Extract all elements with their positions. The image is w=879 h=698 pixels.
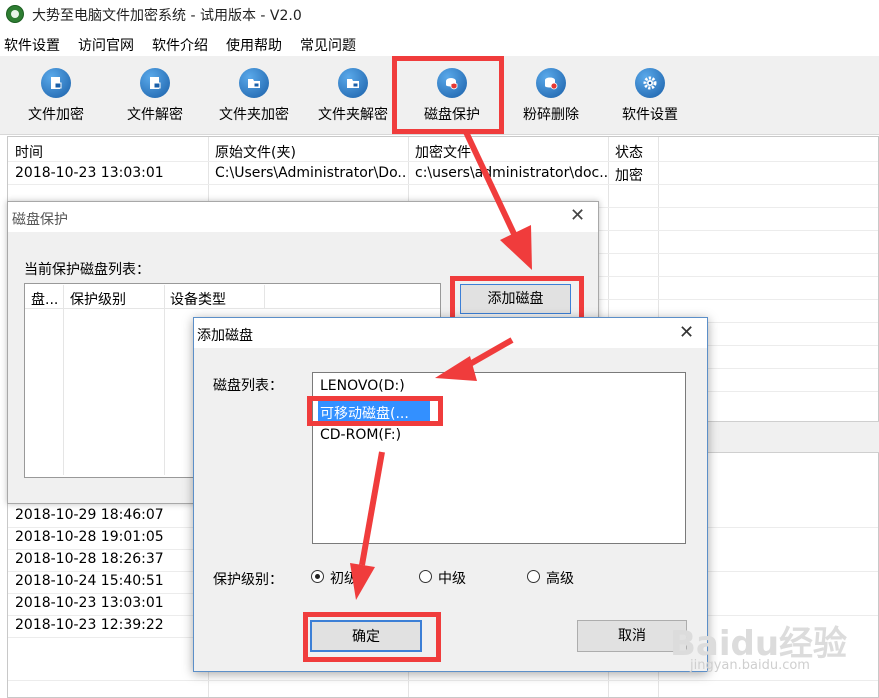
column-header-disk[interactable]: 盘... bbox=[31, 289, 58, 309]
software-settings-button[interactable]: 软件设置 bbox=[602, 62, 698, 128]
protected-disk-list-label: 当前保护磁盘列表： bbox=[24, 262, 150, 278]
column-divider bbox=[63, 285, 64, 475]
highlight-box-add-disk bbox=[450, 276, 584, 323]
log-time: 2018-10-29 18:46:07 bbox=[15, 507, 164, 523]
row-divider bbox=[8, 184, 878, 185]
gear-icon bbox=[635, 68, 665, 98]
row-divider bbox=[708, 368, 878, 369]
status-strip bbox=[708, 421, 879, 453]
column-header-original[interactable]: 原始文件(夹) bbox=[215, 142, 296, 162]
menu-software-intro[interactable]: 软件介绍 bbox=[152, 35, 208, 55]
dialog-title: 磁盘保护 bbox=[12, 212, 68, 228]
watermark-url: jingyan.baidu.com bbox=[690, 658, 810, 673]
row-divider bbox=[8, 680, 878, 681]
folder-decrypt-button[interactable]: 文件夹解密 bbox=[305, 62, 401, 128]
radio-label-advanced: 高级 bbox=[546, 571, 574, 587]
toolbar-label: 文件夹加密 bbox=[219, 107, 289, 123]
folder-encrypt-button[interactable]: 文件夹加密 bbox=[206, 62, 302, 128]
dialog-title-bar bbox=[8, 202, 598, 232]
log-time: 2018-10-28 19:01:05 bbox=[15, 529, 164, 545]
menu-software-settings[interactable]: 软件设置 bbox=[4, 35, 60, 55]
radio-level-basic[interactable] bbox=[311, 570, 324, 583]
column-header-time[interactable]: 时间 bbox=[15, 142, 43, 162]
log-time: 2018-10-23 13:03:01 bbox=[15, 595, 164, 611]
disk-item[interactable]: CD-ROM(F:) bbox=[320, 427, 401, 443]
row-divider bbox=[8, 615, 193, 616]
row-divider bbox=[8, 637, 193, 638]
radio-level-medium[interactable] bbox=[419, 570, 432, 583]
highlight-box-removable-disk bbox=[307, 396, 443, 426]
file-encrypt-button[interactable]: 文件加密 bbox=[8, 62, 104, 128]
column-divider bbox=[164, 285, 165, 475]
cell-status: 加密 bbox=[615, 168, 643, 184]
cell-original: C:\Users\Administrator\Do... bbox=[215, 165, 405, 181]
log-time: 2018-10-28 18:26:37 bbox=[15, 551, 164, 567]
row-divider bbox=[598, 276, 878, 277]
column-header-status[interactable]: 状态 bbox=[615, 142, 643, 162]
radio-label-basic: 初级 bbox=[330, 571, 358, 587]
log-time: 2018-10-24 15:40:51 bbox=[15, 573, 164, 589]
radio-level-advanced[interactable] bbox=[527, 570, 540, 583]
column-header-device-type[interactable]: 设备类型 bbox=[170, 289, 226, 309]
disk-list-label: 磁盘列表： bbox=[213, 378, 283, 394]
shred-icon bbox=[536, 68, 566, 98]
row-divider bbox=[708, 322, 878, 323]
row-divider bbox=[598, 207, 878, 208]
toolbar-label: 文件加密 bbox=[28, 107, 84, 123]
radio-label-medium: 中级 bbox=[438, 571, 466, 587]
row-divider bbox=[598, 299, 878, 300]
dialog-title: 添加磁盘 bbox=[197, 328, 253, 344]
row-divider bbox=[598, 230, 878, 231]
file-decrypt-button[interactable]: 文件解密 bbox=[107, 62, 203, 128]
menu-visit-website[interactable]: 访问官网 bbox=[78, 35, 134, 55]
row-divider bbox=[8, 549, 193, 550]
row-divider bbox=[708, 345, 878, 346]
highlight-box-disk-protect bbox=[392, 56, 504, 134]
row-divider bbox=[708, 527, 878, 528]
column-divider bbox=[264, 285, 265, 309]
file-lock-icon bbox=[41, 68, 71, 98]
shred-delete-button[interactable]: 粉碎删除 bbox=[503, 62, 599, 128]
row-divider bbox=[8, 593, 193, 594]
folder-unlock-icon bbox=[338, 68, 368, 98]
app-logo-icon bbox=[6, 5, 24, 23]
row-divider bbox=[598, 253, 878, 254]
column-header-encrypted[interactable]: 加密文件 bbox=[415, 142, 471, 162]
folder-lock-icon bbox=[239, 68, 269, 98]
disk-item[interactable]: LENOVO(D:) bbox=[320, 378, 405, 394]
row-divider bbox=[708, 391, 878, 392]
file-unlock-icon bbox=[140, 68, 170, 98]
close-icon[interactable]: ✕ bbox=[570, 205, 585, 226]
row-divider bbox=[8, 527, 193, 528]
toolbar-label: 软件设置 bbox=[622, 107, 678, 123]
menu-help[interactable]: 使用帮助 bbox=[226, 35, 282, 55]
row-divider bbox=[708, 571, 878, 572]
toolbar-label: 粉碎删除 bbox=[523, 107, 579, 123]
cell-time: 2018-10-23 13:03:01 bbox=[15, 165, 164, 181]
toolbar-label: 文件夹解密 bbox=[318, 107, 388, 123]
row-divider bbox=[8, 571, 193, 572]
highlight-box-ok bbox=[303, 612, 441, 662]
window-title: 大势至电脑文件加密系统 - 试用版本 - V2.0 bbox=[32, 8, 302, 24]
cell-encrypted: c:\users\administrator\doc... bbox=[415, 165, 607, 181]
protect-level-label: 保护级别： bbox=[213, 572, 283, 588]
dialog-title-bar bbox=[194, 318, 707, 348]
close-icon[interactable]: ✕ bbox=[679, 322, 694, 343]
menu-faq[interactable]: 常见问题 bbox=[300, 35, 356, 55]
toolbar-label: 文件解密 bbox=[127, 107, 183, 123]
log-time: 2018-10-23 12:39:22 bbox=[15, 617, 164, 633]
column-header-level[interactable]: 保护级别 bbox=[70, 289, 126, 309]
